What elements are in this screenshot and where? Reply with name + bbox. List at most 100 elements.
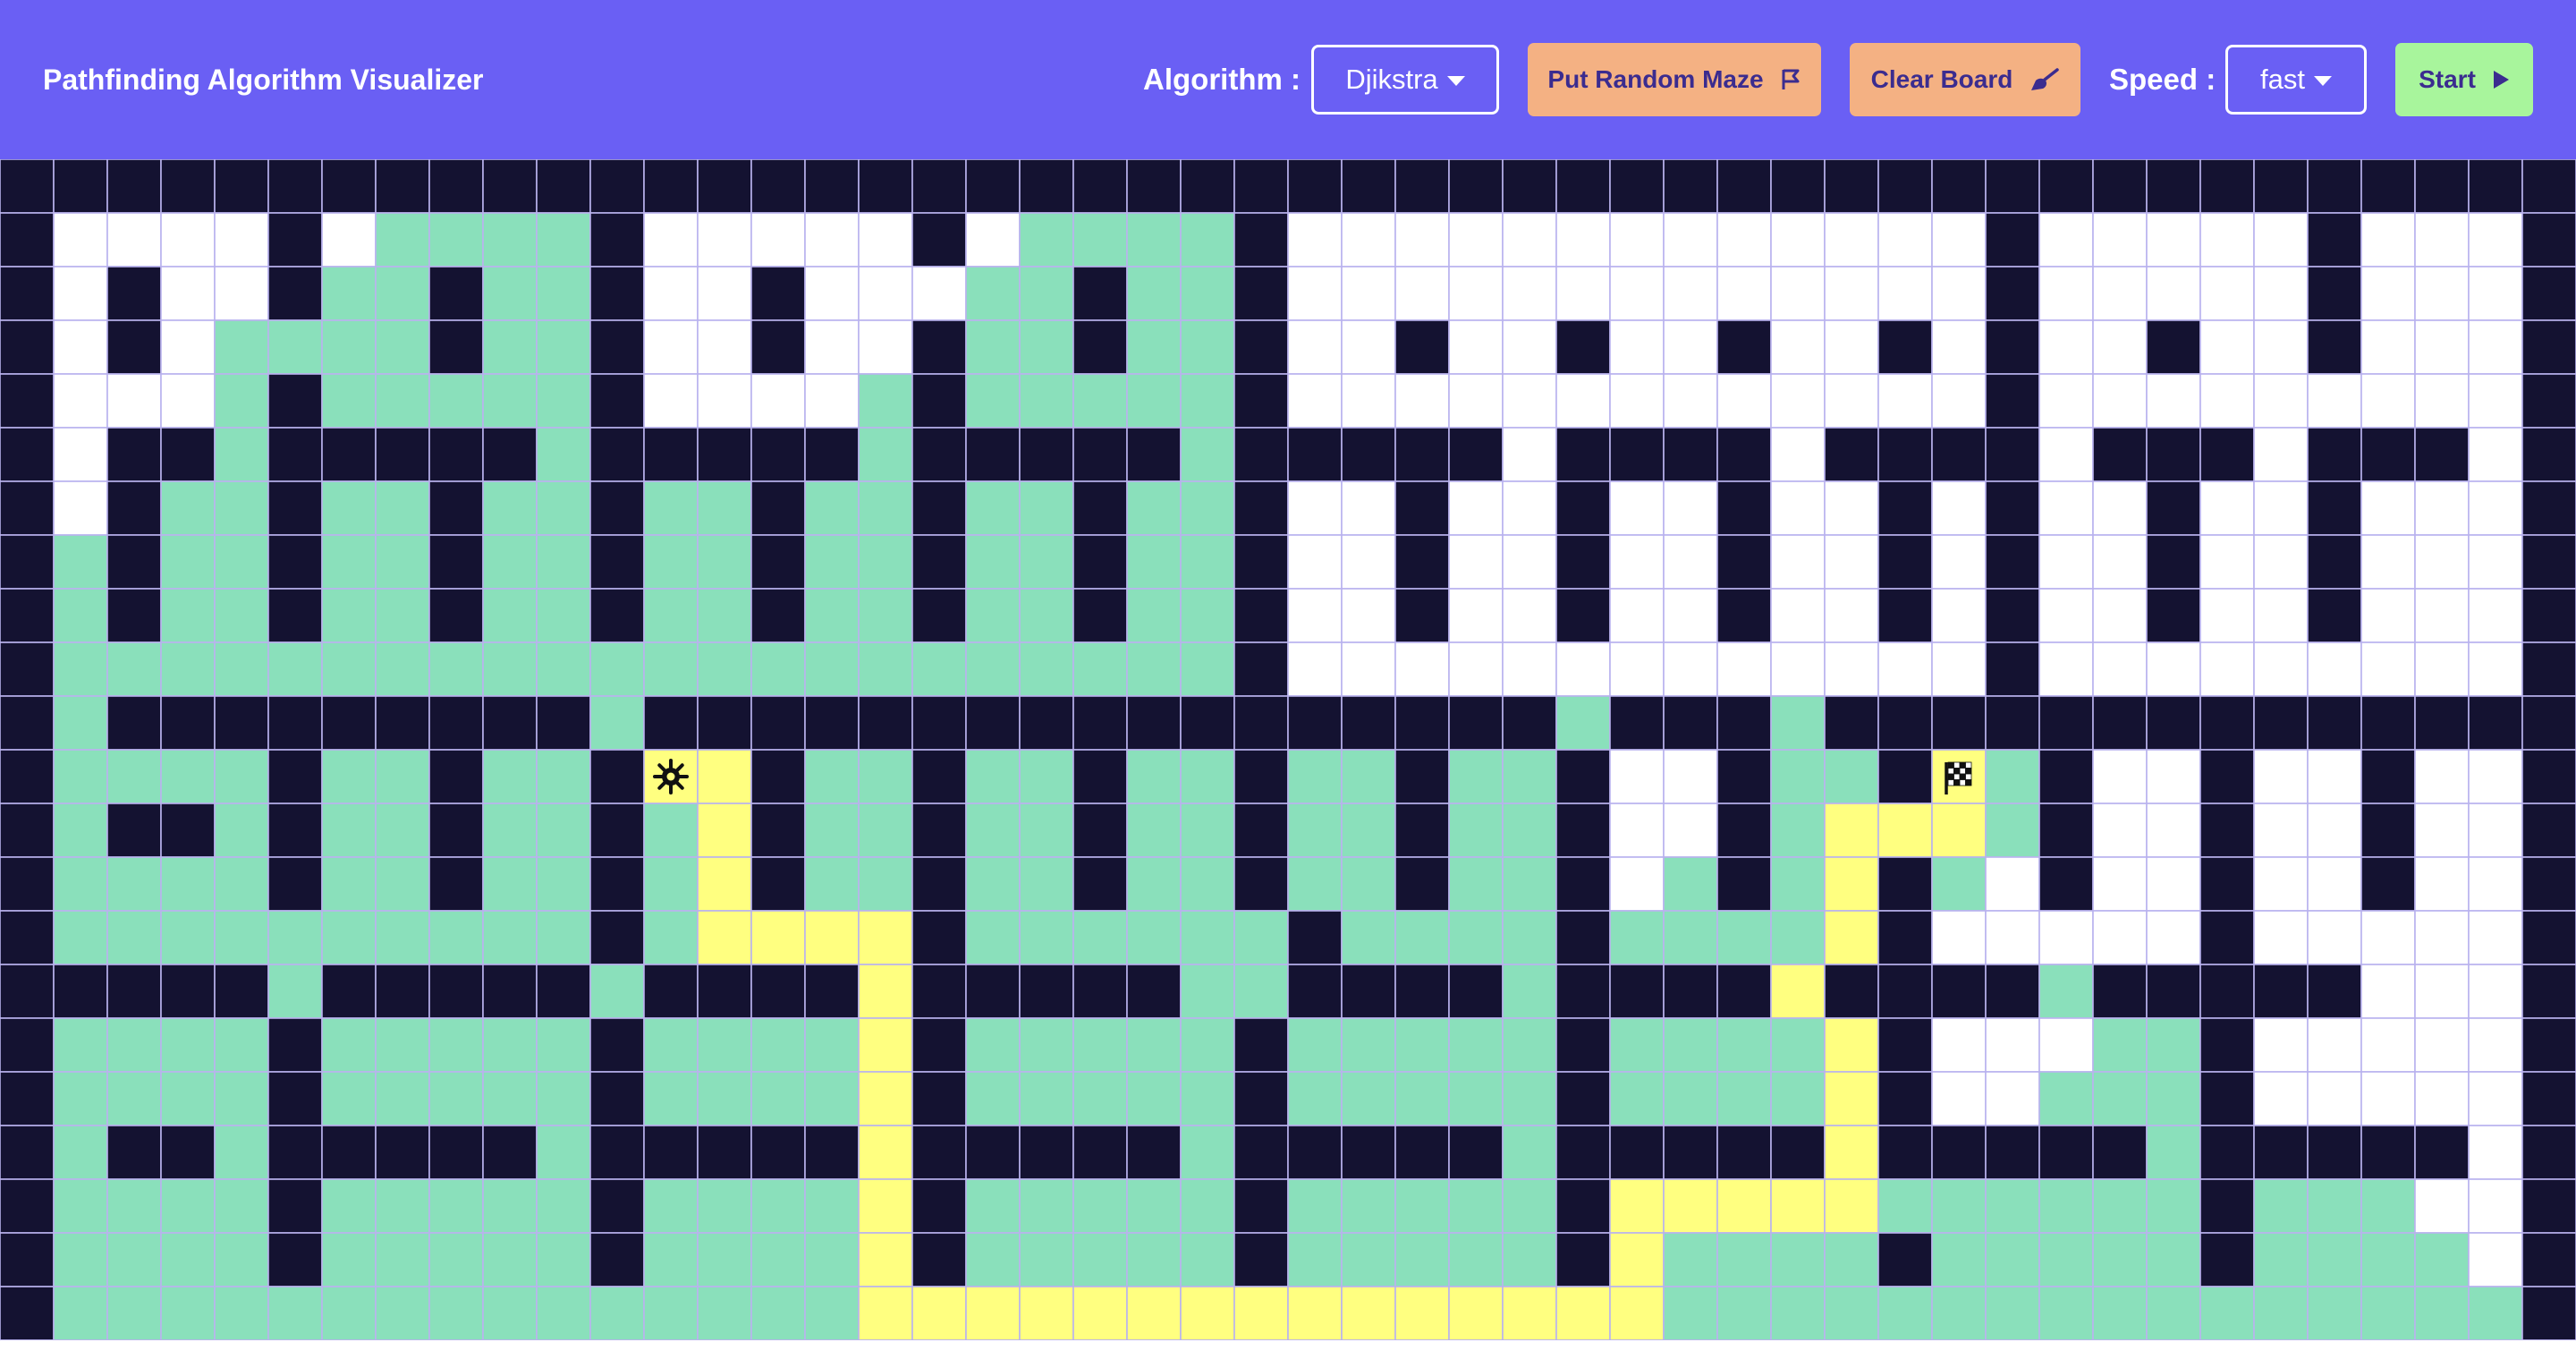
unvisited-cell[interactable]	[1555, 373, 1611, 429]
visited-cell[interactable]	[1341, 1071, 1396, 1126]
visited-cell[interactable]	[1931, 1232, 1987, 1287]
visited-cell[interactable]	[804, 1071, 860, 1126]
wall-cell[interactable]	[0, 159, 55, 214]
visited-cell[interactable]	[375, 1286, 430, 1340]
wall-cell[interactable]	[1716, 1125, 1772, 1180]
visited-cell[interactable]	[53, 1232, 108, 1287]
unvisited-cell[interactable]	[1341, 212, 1396, 268]
visited-cell[interactable]	[375, 1232, 430, 1287]
visited-cell[interactable]	[1502, 1125, 1557, 1180]
visited-cell[interactable]	[536, 1017, 591, 1073]
unvisited-cell[interactable]	[2468, 964, 2523, 1019]
unvisited-cell[interactable]	[1609, 480, 1665, 536]
unvisited-cell[interactable]	[2414, 803, 2470, 858]
unvisited-cell[interactable]	[1287, 373, 1343, 429]
path-cell[interactable]	[858, 964, 913, 1019]
unvisited-cell[interactable]	[858, 212, 913, 268]
wall-cell[interactable]	[1824, 427, 1879, 482]
unvisited-cell[interactable]	[1609, 642, 1665, 697]
visited-cell[interactable]	[321, 1178, 377, 1234]
visited-cell[interactable]	[536, 1071, 591, 1126]
visited-cell[interactable]	[1877, 1178, 1933, 1234]
visited-cell[interactable]	[482, 749, 538, 804]
visited-cell[interactable]	[106, 1178, 162, 1234]
unvisited-cell[interactable]	[2146, 749, 2201, 804]
wall-cell[interactable]	[643, 159, 699, 214]
unvisited-cell[interactable]	[1609, 588, 1665, 643]
wall-cell[interactable]	[911, 480, 967, 536]
unvisited-cell[interactable]	[1341, 319, 1396, 375]
visited-cell[interactable]	[750, 1232, 806, 1287]
unvisited-cell[interactable]	[1931, 910, 1987, 965]
unvisited-cell[interactable]	[2092, 588, 2148, 643]
visited-cell[interactable]	[2468, 1286, 2523, 1340]
visited-cell[interactable]	[1502, 1017, 1557, 1073]
visited-cell[interactable]	[1663, 1071, 1718, 1126]
unvisited-cell[interactable]	[1341, 480, 1396, 536]
visited-cell[interactable]	[1180, 1178, 1235, 1234]
visited-cell[interactable]	[2307, 1286, 2362, 1340]
path-cell[interactable]	[1555, 1286, 1611, 1340]
wall-cell[interactable]	[2253, 159, 2309, 214]
visited-cell[interactable]	[53, 1178, 108, 1234]
visited-cell[interactable]	[1824, 749, 1879, 804]
wall-cell[interactable]	[911, 964, 967, 1019]
unvisited-cell[interactable]	[2038, 588, 2094, 643]
wall-cell[interactable]	[589, 910, 645, 965]
visited-cell[interactable]	[53, 588, 108, 643]
visited-cell[interactable]	[1126, 212, 1182, 268]
unvisited-cell[interactable]	[1341, 534, 1396, 590]
unvisited-cell[interactable]	[53, 480, 108, 536]
unvisited-cell[interactable]	[1394, 373, 1450, 429]
visited-cell[interactable]	[965, 856, 1021, 912]
path-cell[interactable]	[1824, 856, 1879, 912]
wall-cell[interactable]	[1716, 856, 1772, 912]
unvisited-cell[interactable]	[1502, 319, 1557, 375]
wall-cell[interactable]	[0, 1071, 55, 1126]
visited-cell[interactable]	[1931, 1178, 1987, 1234]
visited-cell[interactable]	[1502, 1178, 1557, 1234]
visited-cell[interactable]	[858, 749, 913, 804]
wall-cell[interactable]	[106, 480, 162, 536]
wall-cell[interactable]	[0, 1232, 55, 1287]
visited-cell[interactable]	[1663, 910, 1718, 965]
wall-cell[interactable]	[1877, 534, 1933, 590]
unvisited-cell[interactable]	[1287, 212, 1343, 268]
visited-cell[interactable]	[536, 910, 591, 965]
unvisited-cell[interactable]	[2414, 266, 2470, 321]
visited-cell[interactable]	[804, 749, 860, 804]
wall-cell[interactable]	[589, 749, 645, 804]
unvisited-cell[interactable]	[2360, 212, 2416, 268]
visited-cell[interactable]	[1931, 1286, 1987, 1340]
unvisited-cell[interactable]	[1448, 266, 1504, 321]
wall-cell[interactable]	[2146, 695, 2201, 751]
visited-cell[interactable]	[1287, 803, 1343, 858]
wall-cell[interactable]	[0, 749, 55, 804]
wall-cell[interactable]	[1448, 695, 1504, 751]
wall-cell[interactable]	[2521, 1232, 2576, 1287]
unvisited-cell[interactable]	[1663, 480, 1718, 536]
wall-cell[interactable]	[428, 588, 484, 643]
visited-cell[interactable]	[536, 588, 591, 643]
unvisited-cell[interactable]	[2146, 856, 2201, 912]
wall-cell[interactable]	[482, 159, 538, 214]
visited-cell[interactable]	[858, 427, 913, 482]
wall-cell[interactable]	[1019, 159, 1074, 214]
wall-cell[interactable]	[2199, 1071, 2255, 1126]
wall-cell[interactable]	[697, 159, 752, 214]
wall-cell[interactable]	[804, 159, 860, 214]
wall-cell[interactable]	[428, 803, 484, 858]
sun-gear-icon[interactable]	[653, 759, 689, 794]
wall-cell[interactable]	[911, 1178, 967, 1234]
unvisited-cell[interactable]	[2414, 856, 2470, 912]
unvisited-cell[interactable]	[2468, 373, 2523, 429]
wall-cell[interactable]	[1180, 695, 1235, 751]
visited-cell[interactable]	[2253, 1178, 2309, 1234]
wall-cell[interactable]	[428, 749, 484, 804]
wall-cell[interactable]	[0, 1286, 55, 1340]
visited-cell[interactable]	[1019, 1071, 1074, 1126]
visited-cell[interactable]	[375, 588, 430, 643]
visited-cell[interactable]	[1341, 1232, 1396, 1287]
unvisited-cell[interactable]	[2253, 856, 2309, 912]
wall-cell[interactable]	[750, 427, 806, 482]
